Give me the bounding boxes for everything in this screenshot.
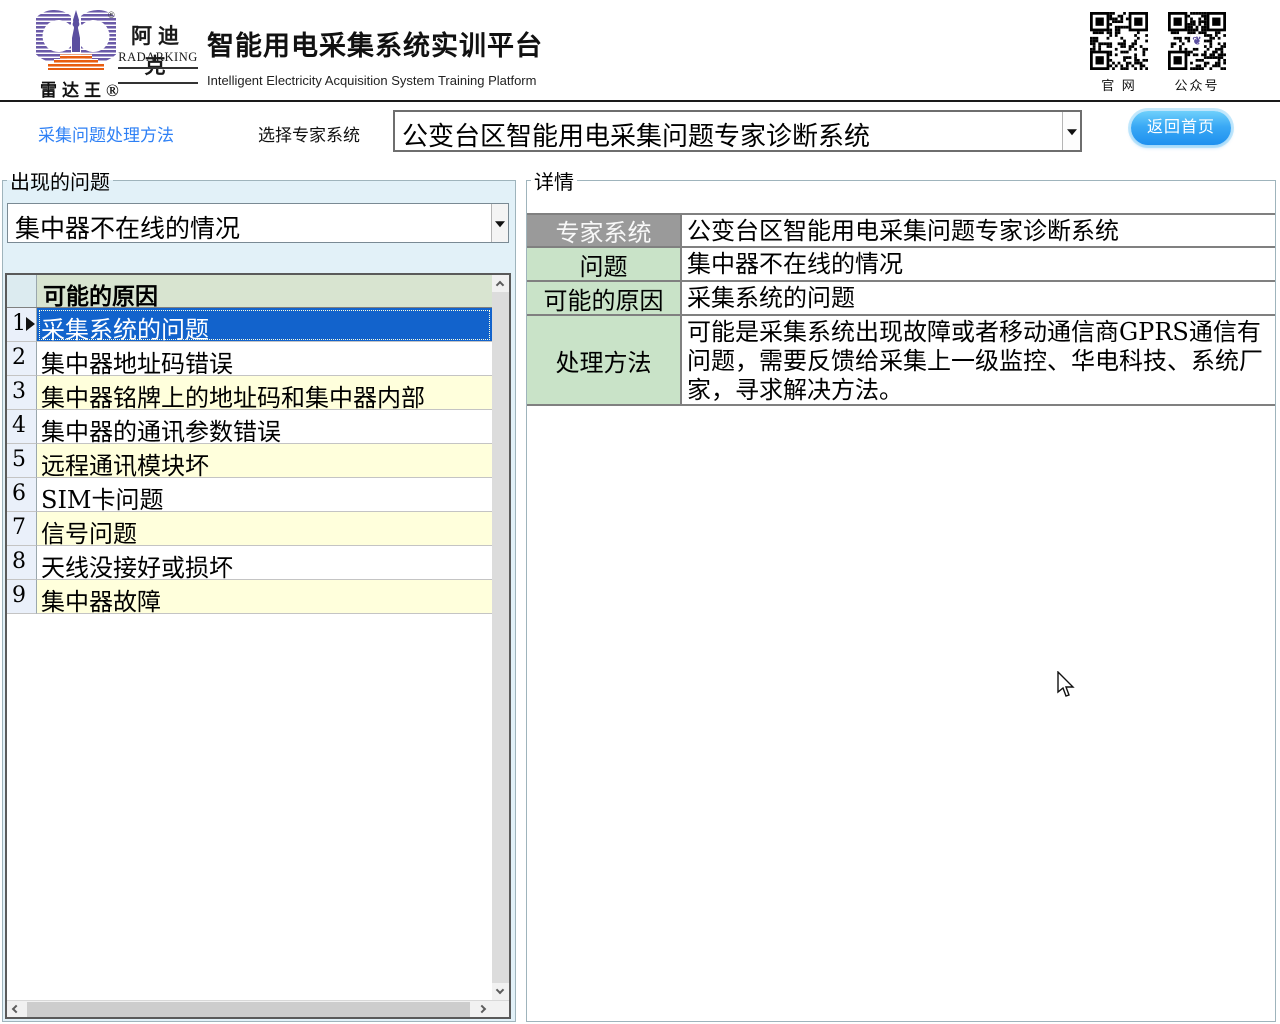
detail-value-cell: 集中器不在线的情况	[682, 248, 1275, 280]
detail-row: 处理方法可能是采集系统出现故障或者移动通信商GPRS通信有问题，需要反馈给采集上…	[527, 316, 1275, 406]
vertical-scrollbar[interactable]	[492, 275, 509, 1000]
possible-cause-row[interactable]: 3集中器铭牌上的地址码和集中器内部	[7, 376, 492, 410]
dropdown-arrow-button[interactable]	[491, 204, 508, 242]
problems-panel-legend: 出现的问题	[7, 166, 113, 195]
page-subtitle: Intelligent Electricity Acquisition Syst…	[207, 73, 543, 88]
possible-cause-cell[interactable]: 天线没接好或损坏	[37, 546, 492, 580]
possible-cause-row[interactable]: 2集中器地址码错误	[7, 342, 492, 376]
qr-official-site: 官 网	[1088, 12, 1150, 94]
horizontal-scrollbar[interactable]	[7, 1000, 509, 1017]
possible-causes-grid: 可能的原因 1采集系统的问题2集中器地址码错误3集中器铭牌上的地址码和集中器内部…	[5, 273, 511, 1019]
possible-cause-cell[interactable]: 远程通讯模块坏	[37, 444, 492, 478]
scroll-right-button[interactable]	[475, 1001, 492, 1018]
detail-label-cell: 问题	[527, 248, 682, 280]
detail-row: 问题集中器不在线的情况	[527, 248, 1275, 282]
qr-code-icon	[1090, 12, 1148, 70]
detail-label-cell: 可能的原因	[527, 282, 682, 314]
possible-causes-column-header: 可能的原因	[37, 275, 492, 307]
brand-name-sub: 雷达王®	[40, 76, 124, 101]
grid-corner-cell	[7, 275, 37, 307]
possible-cause-row[interactable]: 7信号问题	[7, 512, 492, 546]
chevron-down-icon	[496, 986, 504, 994]
possible-cause-row[interactable]: 5远程通讯模块坏	[7, 444, 492, 478]
possible-cause-cell[interactable]: 集中器铭牌上的地址码和集中器内部	[37, 376, 492, 410]
horizontal-scrollbar-thumb[interactable]	[27, 1002, 470, 1017]
row-number-cell[interactable]: 5	[7, 444, 37, 478]
chevron-right-icon	[478, 1005, 486, 1013]
detail-value-cell: 可能是采集系统出现故障或者移动通信商GPRS通信有问题，需要反馈给采集上一级监控…	[682, 316, 1275, 404]
mouse-cursor-icon	[1057, 671, 1077, 699]
details-panel: 详情 专家系统公变台区智能用电采集问题专家诊断系统问题集中器不在线的情况可能的原…	[526, 166, 1276, 1022]
problem-selected-value: 集中器不在线的情况	[15, 209, 240, 245]
chevron-down-icon	[495, 221, 505, 227]
company-logo: ® 阿迪克 RADARKING 雷达王®	[36, 6, 206, 98]
possible-cause-cell[interactable]: SIM卡问题	[37, 478, 492, 512]
chevron-down-icon	[1067, 129, 1077, 135]
possible-cause-cell[interactable]: 集中器故障	[37, 580, 492, 614]
possible-cause-row[interactable]: 6SIM卡问题	[7, 478, 492, 512]
page-title: 智能用电采集系统实训平台	[207, 24, 543, 63]
qr-wechat-account: ❦ 公众号	[1166, 12, 1228, 94]
problem-select[interactable]: 集中器不在线的情况	[7, 203, 509, 243]
row-number-cell[interactable]: 4	[7, 410, 37, 444]
row-number-cell[interactable]: 8	[7, 546, 37, 580]
row-number-cell[interactable]: 6	[7, 478, 37, 512]
scroll-down-button[interactable]	[492, 983, 509, 1000]
svg-text:❦: ❦	[1192, 36, 1201, 48]
problems-panel: 出现的问题 集中器不在线的情况 可能的原因 1采集系统的问题2集中器地址码错误3…	[2, 166, 516, 1022]
svg-text:®: ®	[108, 10, 115, 20]
expert-system-select-label: 选择专家系统	[258, 121, 360, 146]
chevron-up-icon	[496, 281, 504, 289]
detail-row: 专家系统公变台区智能用电采集问题专家诊断系统	[527, 215, 1275, 248]
expert-system-selected-value: 公变台区智能用电采集问题专家诊断系统	[402, 116, 1042, 153]
toolbar: 采集问题处理方法 选择专家系统 公变台区智能用电采集问题专家诊断系统 返回首页	[0, 102, 1280, 158]
possible-cause-row[interactable]: 4集中器的通讯参数错误	[7, 410, 492, 444]
qr-code-icon: ❦	[1168, 12, 1226, 70]
possible-cause-cell[interactable]: 集中器的通讯参数错误	[37, 410, 492, 444]
detail-label-cell: 专家系统	[527, 215, 682, 246]
row-number-cell[interactable]: 1	[7, 308, 37, 342]
scroll-up-button[interactable]	[492, 275, 509, 292]
possible-cause-cell[interactable]: 集中器地址码错误	[37, 342, 492, 376]
brand-name-en: RADARKING	[118, 50, 198, 69]
possible-cause-cell[interactable]: 信号问题	[37, 512, 492, 546]
row-number-cell[interactable]: 3	[7, 376, 37, 410]
collection-problem-handling-link[interactable]: 采集问题处理方法	[38, 121, 174, 146]
app-header: ® 阿迪克 RADARKING 雷达王® 智能用电采集系统实训平台 Intell…	[0, 0, 1280, 100]
possible-cause-row[interactable]: 9集中器故障	[7, 580, 492, 614]
qr-wechat-account-label: 公众号	[1166, 75, 1228, 94]
row-number-cell[interactable]: 2	[7, 342, 37, 376]
detail-label-cell: 处理方法	[527, 316, 682, 404]
qr-official-site-label: 官 网	[1088, 75, 1150, 94]
grid-header-row: 可能的原因	[7, 275, 492, 308]
dropdown-arrow-button[interactable]	[1062, 112, 1080, 150]
row-number-cell[interactable]: 7	[7, 512, 37, 546]
possible-cause-row[interactable]: 8天线没接好或损坏	[7, 546, 492, 580]
scroll-left-button[interactable]	[7, 1001, 24, 1018]
row-number-cell[interactable]: 9	[7, 580, 37, 614]
detail-value-cell: 公变台区智能用电采集问题专家诊断系统	[682, 215, 1275, 246]
possible-cause-cell[interactable]: 采集系统的问题	[37, 308, 492, 342]
details-table: 专家系统公变台区智能用电采集问题专家诊断系统问题集中器不在线的情况可能的原因采集…	[527, 213, 1275, 406]
detail-value-cell: 采集系统的问题	[682, 282, 1275, 314]
possible-cause-row[interactable]: 1采集系统的问题	[7, 308, 492, 342]
chevron-left-icon	[12, 1005, 20, 1013]
radarking-logo-icon: ®	[36, 8, 116, 76]
detail-row: 可能的原因采集系统的问题	[527, 282, 1275, 316]
current-row-marker-icon	[26, 317, 35, 331]
return-home-button[interactable]: 返回首页	[1131, 111, 1231, 145]
expert-system-select[interactable]: 公变台区智能用电采集问题专家诊断系统	[393, 110, 1082, 152]
details-panel-legend: 详情	[531, 166, 577, 195]
